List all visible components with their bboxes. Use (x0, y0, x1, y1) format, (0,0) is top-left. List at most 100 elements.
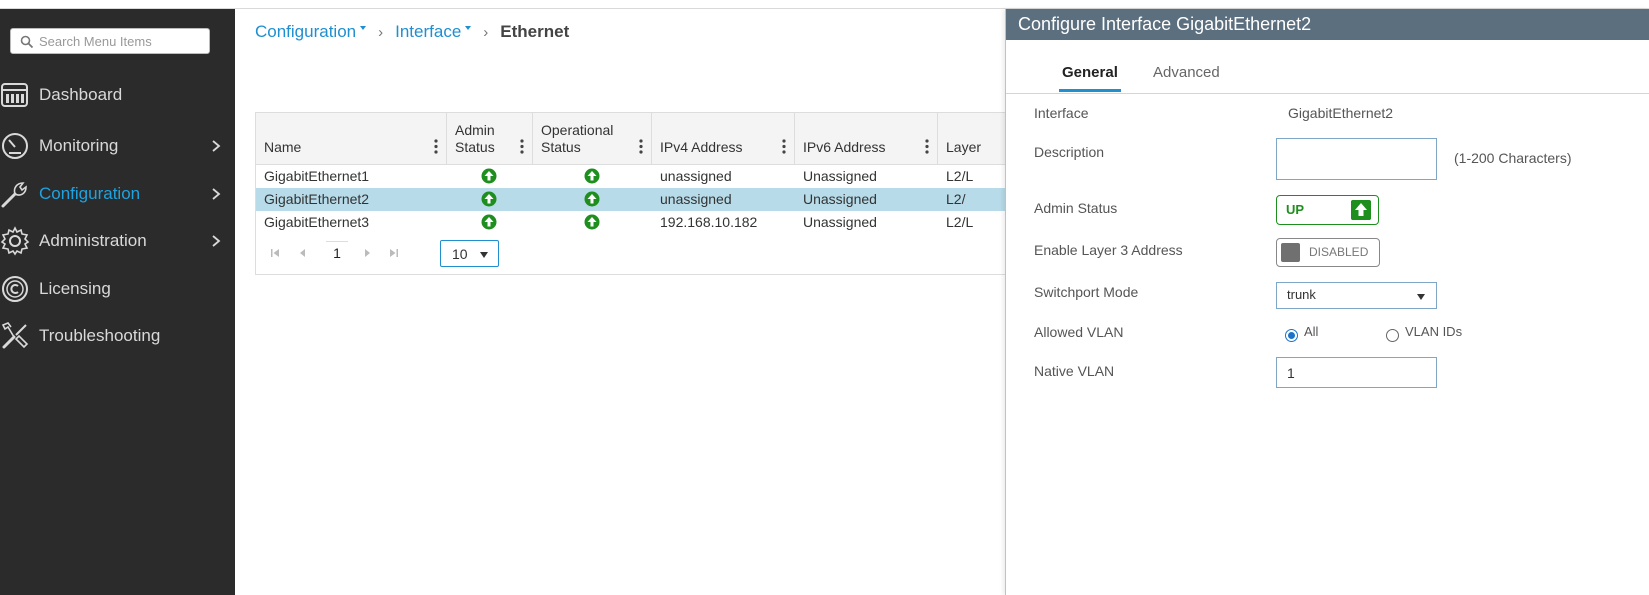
layer3-label: Enable Layer 3 Address (1034, 242, 1183, 258)
column-header-operational-status[interactable]: Operational Status (533, 113, 652, 165)
switchport-mode-select[interactable]: trunk (1276, 282, 1437, 309)
pagination: 1 10 (256, 239, 1006, 269)
native-vlan-input[interactable] (1287, 364, 1427, 382)
cell-name: GigabitEthernet1 (264, 168, 370, 184)
gauge-icon (2, 133, 28, 159)
cell-ipv4: unassigned (660, 168, 732, 184)
toggle-knob (1281, 243, 1300, 262)
column-menu-icon[interactable] (434, 139, 438, 154)
column-header-ipv4[interactable]: IPv4 Address (652, 113, 795, 165)
sidebar-item-label: Dashboard (39, 85, 123, 104)
sidebar-item-monitoring[interactable]: Monitoring (0, 126, 235, 166)
sidebar-item-troubleshooting[interactable]: Troubleshooting (0, 316, 235, 356)
column-header-label: Operational Status (541, 122, 614, 155)
column-header-ipv6[interactable]: IPv6 Address (795, 113, 938, 165)
sidebar-item-label: Licensing (39, 279, 111, 298)
sidebar-item-label: Administration (39, 231, 147, 250)
tools-icon (1, 322, 29, 349)
tab-general[interactable]: General (1059, 64, 1121, 92)
page-size-select[interactable]: 10 (440, 240, 499, 267)
chevron-right-icon (212, 188, 221, 200)
interface-value: GigabitEthernet2 (1288, 105, 1394, 121)
layer3-value: DISABLED (1309, 245, 1369, 259)
sidebar-item-administration[interactable]: Administration (0, 221, 235, 261)
allowed-vlan-all-radio[interactable] (1285, 329, 1298, 342)
column-header-label: Admin Status (455, 122, 495, 155)
configure-interface-panel: Configure Interface GigabitEthernet2 Gen… (1005, 9, 1649, 595)
description-label: Description (1034, 144, 1105, 160)
cell-ipv6: Unassigned (803, 214, 877, 230)
gear-icon (0, 226, 30, 256)
tab-advanced[interactable]: Advanced (1150, 64, 1223, 89)
admin-status-toggle[interactable]: UP (1276, 195, 1379, 225)
caret-down-icon (360, 26, 367, 30)
cell-ipv6: Unassigned (803, 168, 877, 184)
column-header-label: IPv4 Address (660, 139, 743, 155)
column-header-label: Layer (946, 139, 982, 155)
prev-page-icon[interactable] (298, 248, 308, 258)
interface-label: Interface (1034, 105, 1089, 121)
sidebar-item-configuration[interactable]: Configuration (0, 174, 235, 214)
breadcrumb-interface[interactable]: Interface (395, 22, 472, 42)
table-row[interactable]: GigabitEthernet3 192.168.10.182 Unassign… (256, 211, 1006, 234)
allowed-vlan-all-label: All (1304, 324, 1319, 339)
current-page[interactable]: 1 (326, 241, 348, 265)
column-menu-icon[interactable] (520, 139, 524, 154)
breadcrumb: Configuration › Interface › Ethernet (255, 21, 569, 43)
sidebar: Dashboard Monitoring Configuration Admin… (0, 9, 235, 595)
column-menu-icon[interactable] (782, 139, 786, 154)
sidebar-item-dashboard[interactable]: Dashboard (0, 75, 235, 115)
column-header-layer[interactable]: Layer (938, 113, 1006, 165)
panel-header: Configure Interface GigabitEthernet2 (1006, 9, 1649, 40)
breadcrumb-configuration[interactable]: Configuration (255, 22, 367, 42)
last-page-icon[interactable] (389, 248, 399, 258)
native-vlan-field[interactable] (1276, 357, 1437, 388)
panel-tabs: General Advanced (1006, 40, 1649, 94)
cell-ipv4: 192.168.10.182 (660, 214, 758, 230)
menu-search[interactable] (10, 28, 210, 54)
admin-status-label: Admin Status (1034, 200, 1118, 216)
cell-ipv4: unassigned (660, 191, 732, 207)
switchport-mode-label: Switchport Mode (1034, 284, 1139, 300)
oper-status-up-icon (584, 168, 600, 184)
switchport-mode-value: trunk (1287, 287, 1316, 302)
sidebar-item-label: Configuration (39, 184, 141, 203)
description-hint: (1-200 Characters) (1454, 150, 1572, 166)
top-strip (0, 0, 1649, 9)
chevron-right-icon (212, 235, 221, 247)
allowed-vlan-ids-radio[interactable] (1386, 329, 1399, 342)
interface-table: Name Admin Status Operational Status IPv… (255, 112, 1007, 275)
page-size-value: 10 (452, 246, 468, 262)
table-row[interactable]: GigabitEthernet1 unassigned Unassigned L… (256, 165, 1006, 188)
dashboard-icon (1, 83, 28, 107)
breadcrumb-current: Ethernet (500, 22, 570, 41)
table-row-selected[interactable]: GigabitEthernet2 unassigned Unassigned L… (256, 188, 1006, 211)
sidebar-item-label: Monitoring (39, 136, 119, 155)
allowed-vlan-label: Allowed VLAN (1034, 324, 1124, 340)
sidebar-item-licensing[interactable]: Licensing (0, 269, 235, 309)
next-page-icon[interactable] (362, 248, 372, 258)
table-header: Name Admin Status Operational Status IPv… (256, 113, 1006, 165)
search-input[interactable] (39, 32, 204, 50)
dropdown-arrow-icon (480, 252, 488, 258)
column-menu-icon[interactable] (925, 139, 929, 154)
description-field[interactable] (1276, 138, 1437, 180)
column-header-admin-status[interactable]: Admin Status (447, 113, 533, 165)
admin-status-up-icon (481, 214, 497, 230)
panel-title: Configure Interface GigabitEthernet2 (1018, 14, 1312, 34)
first-page-icon[interactable] (270, 248, 280, 258)
cell-layer: L2/L (946, 214, 974, 230)
column-header-label: IPv6 Address (803, 139, 886, 155)
native-vlan-label: Native VLAN (1034, 363, 1115, 379)
layer3-toggle[interactable]: DISABLED (1276, 238, 1380, 267)
caret-down-icon (465, 26, 472, 30)
sidebar-item-label: Troubleshooting (39, 326, 161, 345)
column-menu-icon[interactable] (639, 139, 643, 154)
breadcrumb-interface-label: Interface (395, 22, 462, 41)
breadcrumb-separator: › (378, 23, 384, 41)
column-header-label: Name (264, 139, 302, 155)
cell-layer: L2/L (946, 168, 974, 184)
column-header-name[interactable]: Name (256, 113, 447, 165)
breadcrumb-configuration-label: Configuration (255, 22, 357, 41)
admin-status-value: UP (1286, 202, 1305, 217)
